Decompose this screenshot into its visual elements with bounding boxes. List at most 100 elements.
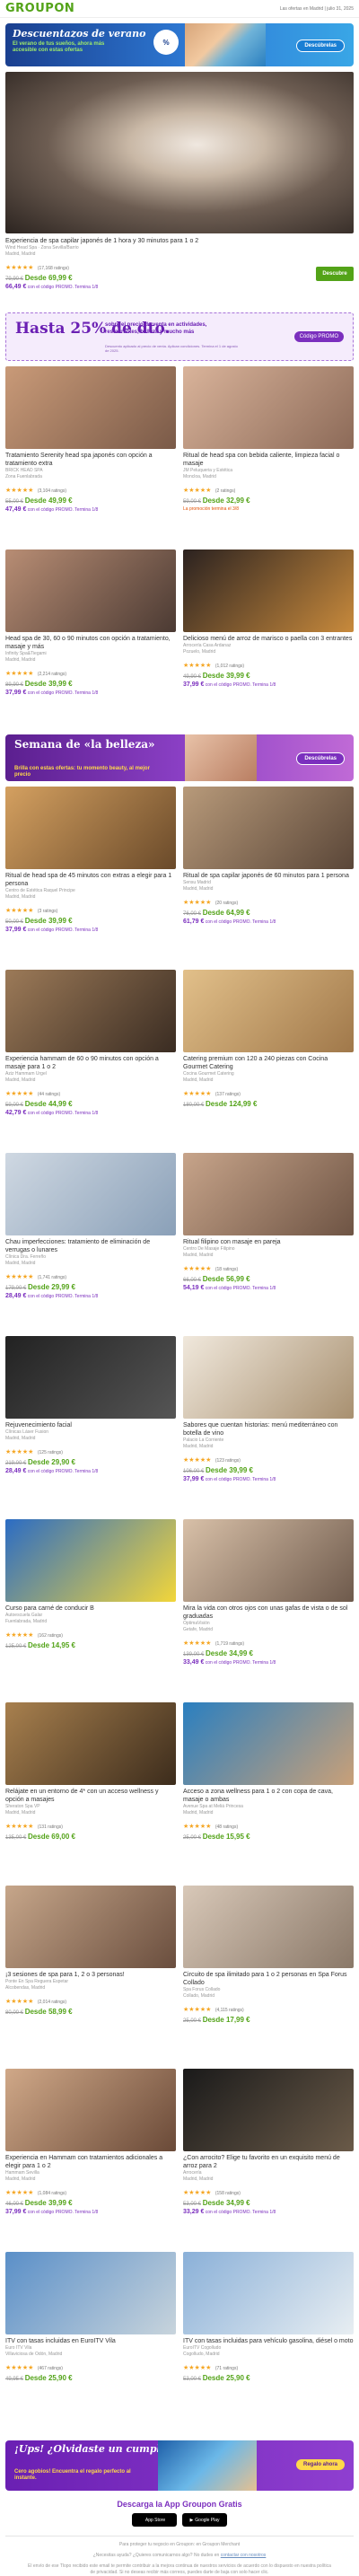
deal-title[interactable]: Ritual de spa capilar japonés de 60 minu… — [183, 872, 354, 880]
deal-image[interactable] — [183, 1702, 354, 1785]
old-price: 25,00 € — [183, 2018, 202, 2024]
deal-card[interactable]: Acceso a zona wellness para 1 o 2 con co… — [183, 1702, 354, 1886]
beauty-week-banner[interactable]: Semana de «la belleza» Brilla con estas … — [5, 734, 354, 781]
deal-card[interactable]: Ritual de head spa con bebida caliente, … — [183, 366, 354, 549]
promo-code-box[interactable]: Hasta 25% de dto. sobre el precio de ven… — [5, 312, 354, 361]
deal-card[interactable]: Sabores que cuentan historias: menú medi… — [183, 1336, 354, 1519]
promo-price: 47,49 € — [5, 506, 27, 513]
groupon-logo[interactable]: GROUPON — [5, 2, 74, 15]
deal-card[interactable]: ITV con tasas incluidas en EuroITV Vila E… — [5, 2252, 176, 2435]
deal-image[interactable] — [5, 1702, 176, 1785]
rating-count: (3,104 ratings) — [37, 488, 67, 494]
deal-title[interactable]: Acceso a zona wellness para 1 o 2 con co… — [183, 1788, 354, 1804]
beauty-banner-button[interactable]: Descúbrelas — [296, 752, 345, 765]
deal-image[interactable] — [5, 1886, 176, 1968]
play-icon: ▶ — [189, 2517, 194, 2523]
deal-image[interactable] — [5, 1336, 176, 1419]
deal-title[interactable]: Tratamiento Serenity head spa japonés co… — [5, 452, 176, 468]
deal-title[interactable]: ¿Con arrocito? Elige tu favorito en un e… — [183, 2154, 354, 2170]
deal-title[interactable]: Rejuvenecimiento facial — [5, 1421, 176, 1429]
deal-card[interactable]: Tratamiento Serenity head spa japonés co… — [5, 366, 176, 549]
google-play-button[interactable]: ▶ Google Play — [182, 2513, 227, 2527]
deal-card[interactable]: Catering premium con 120 a 240 piezas co… — [183, 970, 354, 1153]
deal-title[interactable]: Sabores que cuentan historias: menú medi… — [183, 1421, 354, 1437]
promo-text: con el código PROMO. Termina 1/8 — [27, 2210, 99, 2215]
deal-merchant: Infinity Spa&Tiegami — [5, 651, 47, 656]
deal-title[interactable]: Catering premium con 120 a 240 piezas co… — [183, 1055, 354, 1071]
deal-merchant: Cocina Gourmet Catering — [183, 1071, 234, 1077]
deal-card[interactable]: Experiencia en Hammam con tratamientos a… — [5, 2069, 176, 2252]
gift-banner[interactable]: ¡Ups! ¿Olvidaste un cumple? Cero agobios… — [5, 2440, 354, 2491]
rating-count: (48 ratings) — [215, 1824, 239, 1830]
deal-title[interactable]: Circuito de spa ilimitado para 1 o 2 per… — [183, 1971, 354, 1987]
summer-banner-image — [185, 23, 266, 66]
deal-title[interactable]: Ritual de head spa con bebida caliente, … — [183, 452, 354, 468]
deal-title[interactable]: Experiencia en Hammam con tratamientos a… — [5, 2154, 176, 2170]
deal-card[interactable]: ¿Con arrocito? Elige tu favorito en un e… — [183, 2069, 354, 2252]
deal-title[interactable]: ITV con tasas incluidas para vehículo ga… — [183, 2337, 354, 2345]
deal-title[interactable]: Ritual de head spa de 45 minutos con ext… — [5, 872, 176, 888]
rating-stars-icon: ★★★★★ — [5, 488, 34, 494]
deal-title[interactable]: Delicioso menú de arroz de marisco o pae… — [183, 635, 354, 643]
deal-image[interactable] — [5, 1519, 176, 1602]
deal-card[interactable]: Ritual de head spa de 45 minutos con ext… — [5, 787, 176, 970]
deal-image[interactable] — [183, 1336, 354, 1419]
promo-code-badge[interactable]: Código PROMO — [293, 331, 344, 342]
deal-card[interactable]: ITV con tasas incluidas para vehículo ga… — [183, 2252, 354, 2435]
deal-image[interactable] — [183, 366, 354, 449]
deal-title[interactable]: Relájate en un entorno de 4* con un acce… — [5, 1788, 176, 1804]
deal-card[interactable]: Ritual de spa capilar japonés de 60 minu… — [183, 787, 354, 970]
deal-image[interactable] — [183, 1886, 354, 1968]
hero-deal-image[interactable] — [5, 72, 354, 233]
app-store-button[interactable]: App Store — [132, 2513, 177, 2527]
deal-image[interactable] — [5, 970, 176, 1052]
deal-title[interactable]: ITV con tasas incluidas en EuroITV Vila — [5, 2337, 176, 2345]
gift-banner-button[interactable]: Regalo ahora — [295, 2459, 345, 2470]
deal-image[interactable] — [183, 549, 354, 632]
deal-image[interactable] — [5, 366, 176, 449]
hero-descubre-button[interactable]: Descubre — [316, 267, 354, 281]
deal-title[interactable]: Chau imperfecciones: tratamiento de elim… — [5, 1238, 176, 1254]
deal-image[interactable] — [183, 970, 354, 1052]
deal-image[interactable] — [5, 787, 176, 869]
hero-deal-title[interactable]: Experiencia de spa capilar japonés de 1 … — [5, 237, 275, 245]
deal-image[interactable] — [5, 2069, 176, 2151]
deal-merchant: OptimaVisión — [183, 1621, 210, 1626]
contact-link[interactable]: contactar con nosotros — [221, 2553, 267, 2558]
deal-location: Madrid, Madrid — [183, 1077, 214, 1083]
deal-image[interactable] — [183, 2252, 354, 2334]
deal-title[interactable]: Head spa de 30, 60 o 90 minutos con opci… — [5, 635, 176, 651]
promo-price: 37,99 € — [183, 1476, 205, 1482]
deal-card[interactable]: Circuito de spa ilimitado para 1 o 2 per… — [183, 1886, 354, 2069]
deal-image[interactable] — [183, 2069, 354, 2151]
deal-image[interactable] — [183, 1153, 354, 1235]
deal-title[interactable]: Mira la vida con otros ojos con unas gaf… — [183, 1605, 354, 1621]
deal-title[interactable]: Curso para carné de conducir B — [5, 1605, 176, 1613]
deal-card[interactable]: Curso para carné de conducir B Autoescuel… — [5, 1519, 176, 1702]
summer-banner-button[interactable]: Descúbrelas — [296, 40, 345, 52]
deal-card[interactable]: Relájate en un entorno de 4* con un acce… — [5, 1702, 176, 1886]
deal-title[interactable]: Experiencia hammam de 60 o 90 minutos co… — [5, 1055, 176, 1071]
deal-card[interactable]: Rejuvenecimiento facial Clínicas Láser Fu… — [5, 1336, 176, 1519]
deal-image[interactable] — [183, 787, 354, 869]
deal-card[interactable]: Delicioso menú de arroz de marisco o pae… — [183, 549, 354, 733]
deal-image[interactable] — [183, 1519, 354, 1602]
deal-location: Madrid, Madrid — [183, 1253, 214, 1258]
new-price: Desde 69,00 € — [28, 1833, 75, 1841]
deal-location: Zona Fuenlabrada — [5, 474, 42, 479]
deal-card[interactable]: Chau imperfecciones: tratamiento de elim… — [5, 1153, 176, 1336]
deal-image[interactable] — [5, 549, 176, 632]
deal-card[interactable]: ¡3 sesiones de spa para 1, 2 o 3 persona… — [5, 1886, 176, 2069]
deal-title[interactable]: Ritual filipino con masaje en pareja — [183, 1238, 354, 1246]
deal-card[interactable]: Ritual filipino con masaje en pareja Cent… — [183, 1153, 354, 1336]
summer-banner[interactable]: Descuentazos de verano El verano de tus … — [5, 23, 354, 66]
deal-title[interactable]: ¡3 sesiones de spa para 1, 2 o 3 persona… — [5, 1971, 176, 1979]
deal-card[interactable]: Head spa de 30, 60 o 90 minutos con opci… — [5, 549, 176, 733]
deal-location: Madrid, Madrid — [5, 657, 36, 663]
deal-image[interactable] — [5, 2252, 176, 2334]
rating-count: (123 ratings) — [215, 1458, 241, 1464]
rating-stars-icon: ★★★★★ — [183, 1824, 212, 1830]
deal-card[interactable]: Experiencia hammam de 60 o 90 minutos co… — [5, 970, 176, 1153]
deal-image[interactable] — [5, 1153, 176, 1235]
deal-card[interactable]: Mira la vida con otros ojos con unas gaf… — [183, 1519, 354, 1702]
